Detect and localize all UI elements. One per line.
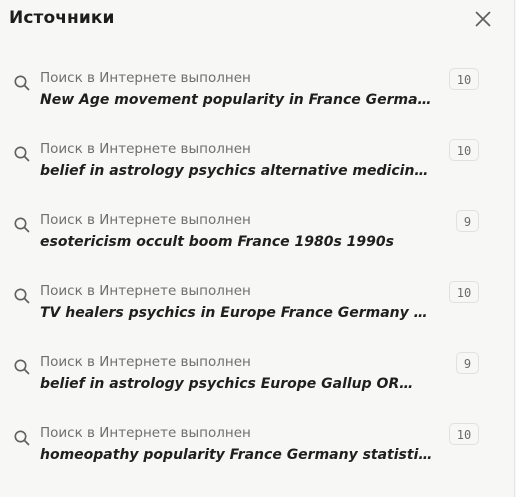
results-count-badge: 10: [449, 68, 479, 90]
results-count-badge: 9: [456, 352, 479, 374]
search-query: belief in astrology psychics Europe Gall…: [40, 376, 414, 392]
results-count-badge: 10: [449, 281, 479, 303]
search-status: Поиск в Интернете выполнен: [40, 141, 251, 157]
search-icon: [14, 359, 30, 375]
close-button[interactable]: [471, 7, 495, 31]
source-item[interactable]: Поиск в Интернете выполнен belief in ast…: [0, 136, 514, 200]
search-status: Поиск в Интернете выполнен: [40, 425, 251, 441]
panel-header: Источники: [0, 0, 514, 40]
search-icon: [14, 75, 30, 91]
source-item[interactable]: Поиск в Интернете выполнен TV healers ps…: [0, 278, 514, 342]
source-item[interactable]: Поиск в Интернете выполнен homeopathy po…: [0, 420, 514, 484]
search-icon: [14, 430, 30, 446]
search-query: esotericism occult boom France 1980s 199…: [40, 234, 394, 250]
search-status: Поиск в Интернете выполнен: [40, 283, 251, 299]
source-item[interactable]: Поиск в Интернете выполнен New Age movem…: [0, 65, 514, 129]
sources-panel: Источники Поиск в Интернете выполнен New…: [0, 0, 515, 497]
search-icon: [14, 288, 30, 304]
search-query: TV healers psychics in Europe France Ger…: [40, 305, 435, 321]
search-query: New Age movement popularity in France Ge…: [40, 92, 435, 108]
results-count-badge: 9: [456, 210, 479, 232]
source-item[interactable]: Поиск в Интернете выполнен belief in ast…: [0, 349, 514, 413]
results-count-badge: 10: [449, 139, 479, 161]
search-query: homeopathy popularity France Germany sta…: [40, 447, 435, 463]
panel-title: Источники: [9, 8, 115, 28]
search-icon: [14, 217, 30, 233]
search-icon: [14, 146, 30, 162]
close-icon: [475, 11, 491, 27]
search-status: Поиск в Интернете выполнен: [40, 354, 251, 370]
source-item[interactable]: Поиск в Интернете выполнен esotericism o…: [0, 207, 514, 271]
search-status: Поиск в Интернете выполнен: [40, 212, 251, 228]
search-status: Поиск в Интернете выполнен: [40, 70, 251, 86]
results-count-badge: 10: [449, 423, 479, 445]
search-query: belief in astrology psychics alternative…: [40, 163, 435, 179]
